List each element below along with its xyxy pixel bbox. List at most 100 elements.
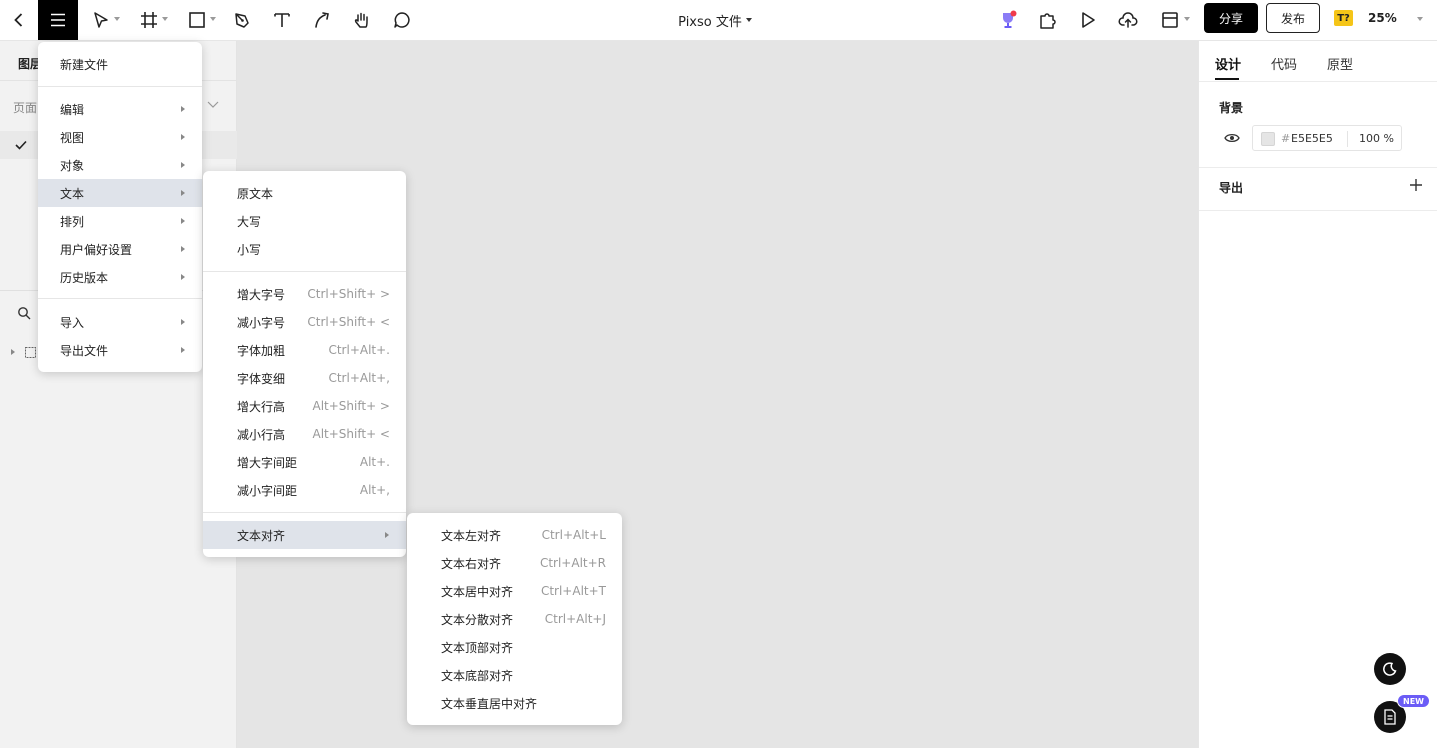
rectangle-tool-caret[interactable] [210,17,216,21]
text-menu-item-shortcut: Alt+Shift+ < [312,427,390,441]
main-menu-item[interactable]: 排列 [38,207,202,235]
main-menu-item[interactable]: 历史版本 [38,263,202,291]
share-button[interactable]: 分享 [1204,3,1258,33]
add-export-icon[interactable] [1409,178,1423,192]
document-title[interactable]: Pixso 文件 [660,0,770,40]
text-menu-item-shortcut: Alt+Shift+ > [312,399,390,413]
background-section-divider [1199,167,1437,168]
main-menu-item[interactable]: 编辑 [38,95,202,123]
text-menu-item-shortcut: Ctrl+Shift+ < [307,315,390,329]
hand-tool-button[interactable] [349,0,375,40]
pen-tool-button[interactable] [229,0,255,40]
text-menu-item[interactable]: 增大字间距 Alt+. [203,448,406,476]
align-menu-item-label: 文本垂直居中对齐 [441,696,538,711]
play-button[interactable] [1075,0,1101,40]
layout-caret[interactable] [1184,17,1190,21]
publish-button[interactable]: 发布 [1266,3,1320,33]
tab-design[interactable]: 设计 [1215,54,1241,73]
main-menu-item[interactable]: 对象 [38,151,202,179]
top-toolbar: Pixso 文件 分享 发布 T? 25% [0,0,1437,41]
text-menu-item[interactable]: 小写 [203,235,406,263]
search-icon[interactable] [17,306,31,320]
frame-tool-button[interactable] [136,0,162,40]
text-menu-item[interactable]: 增大行高 Alt+Shift+ > [203,392,406,420]
menu-separator [203,271,406,272]
zoom-level[interactable]: 25% [1368,0,1397,36]
moon-icon [1383,662,1397,676]
main-menu-item-label: 视图 [60,130,85,145]
move-tool-button[interactable] [88,0,114,40]
upload-button[interactable] [1114,0,1142,40]
zoom-caret[interactable] [1417,17,1423,21]
text-menu-item[interactable]: 减小字间距 Alt+, [203,476,406,504]
trophy-button[interactable] [995,0,1021,40]
main-menu-item[interactable]: 用户偏好设置 [38,235,202,263]
align-menu-item[interactable]: 文本右对齐 Ctrl+Alt+R [407,549,622,577]
background-hex-input[interactable]: E5E5E5 [1291,132,1333,145]
field-divider [1347,131,1348,147]
text-tool-button[interactable] [269,0,295,40]
align-menu-item[interactable]: 文本底部对齐 [407,661,622,689]
align-menu-item[interactable]: 文本顶部对齐 [407,633,622,661]
move-tool-caret[interactable] [114,17,120,21]
text-menu-item[interactable]: 文本对齐 [203,521,406,549]
main-menu-button[interactable] [38,0,78,40]
text-menu-item-label: 原文本 [237,186,274,201]
align-menu-item-label: 文本顶部对齐 [441,640,514,655]
menu-separator [38,86,202,87]
play-icon [1082,12,1095,28]
background-color-field[interactable]: # E5E5E5 100 % [1252,125,1402,151]
frame-tool-caret[interactable] [162,17,168,21]
tab-code[interactable]: 代码 [1271,54,1297,73]
rectangle-tool-button[interactable] [184,0,210,40]
submenu-arrow-icon [181,246,185,252]
chevron-down-icon[interactable] [206,97,220,111]
align-menu-item[interactable]: 文本左对齐 Ctrl+Alt+L [407,521,622,549]
back-button[interactable] [0,0,38,40]
align-menu-item-shortcut: Ctrl+Alt+T [540,584,606,598]
text-menu-item[interactable]: 增大字号 Ctrl+Shift+ > [203,280,406,308]
text-menu-item[interactable]: 原文本 [203,179,406,207]
pages-label: 页面 [13,101,38,115]
comment-tool-button[interactable] [389,0,415,40]
main-menu-item[interactable]: 导出文件 [38,336,202,364]
text-menu-item[interactable]: 减小行高 Alt+Shift+ < [203,420,406,448]
background-swatch[interactable] [1261,132,1275,146]
layout-button[interactable] [1157,0,1183,40]
main-menu-item-label: 导出文件 [60,343,109,358]
tab-prototype[interactable]: 原型 [1327,54,1353,73]
main-menu-item[interactable]: 导入 [38,308,202,336]
text-menu-item-label: 文本对齐 [237,528,286,543]
plugin-icon [1040,13,1056,29]
main-menu-item[interactable]: 文本 [38,179,202,207]
text-menu-item[interactable]: 减小字号 Ctrl+Shift+ < [203,308,406,336]
main-menu-item[interactable]: 新建文件 [38,50,202,78]
layer-expand-icon[interactable] [11,349,15,355]
dark-mode-button[interactable] [1374,653,1406,685]
check-icon [15,140,27,150]
background-opacity-input[interactable]: 100 % [1359,132,1394,145]
align-menu-item[interactable]: 文本分散对齐 Ctrl+Alt+J [407,605,622,633]
eye-icon[interactable] [1224,132,1240,144]
main-menu-item-label: 文本 [60,186,85,201]
text-menu-item[interactable]: 大写 [203,207,406,235]
submenu-arrow-icon [181,134,185,140]
align-menu-item[interactable]: 文本垂直居中对齐 [407,689,622,717]
move-tool-icon [94,12,108,28]
align-menu-item-shortcut: Ctrl+Alt+J [544,612,606,626]
right-tab-divider [1199,81,1437,82]
plugin-button[interactable] [1035,0,1061,40]
text-menu-item[interactable]: 字体变细 Ctrl+Alt+, [203,364,406,392]
submenu-arrow-icon [181,190,185,196]
main-menu-item[interactable]: 视图 [38,123,202,151]
align-menu-item[interactable]: 文本居中对齐 Ctrl+Alt+T [407,577,622,605]
frame-layer-icon [25,347,36,358]
missing-font-badge[interactable]: T? [1334,10,1353,26]
rectangle-tool-icon [189,12,205,28]
text-menu-item-shortcut: Ctrl+Alt+, [328,371,390,385]
main-menu-item-label: 编辑 [60,102,85,117]
main-menu-item-label: 导入 [60,315,85,330]
text-tool-icon [274,13,290,27]
pencil-tool-button[interactable] [309,0,335,40]
text-menu-item[interactable]: 字体加粗 Ctrl+Alt+. [203,336,406,364]
